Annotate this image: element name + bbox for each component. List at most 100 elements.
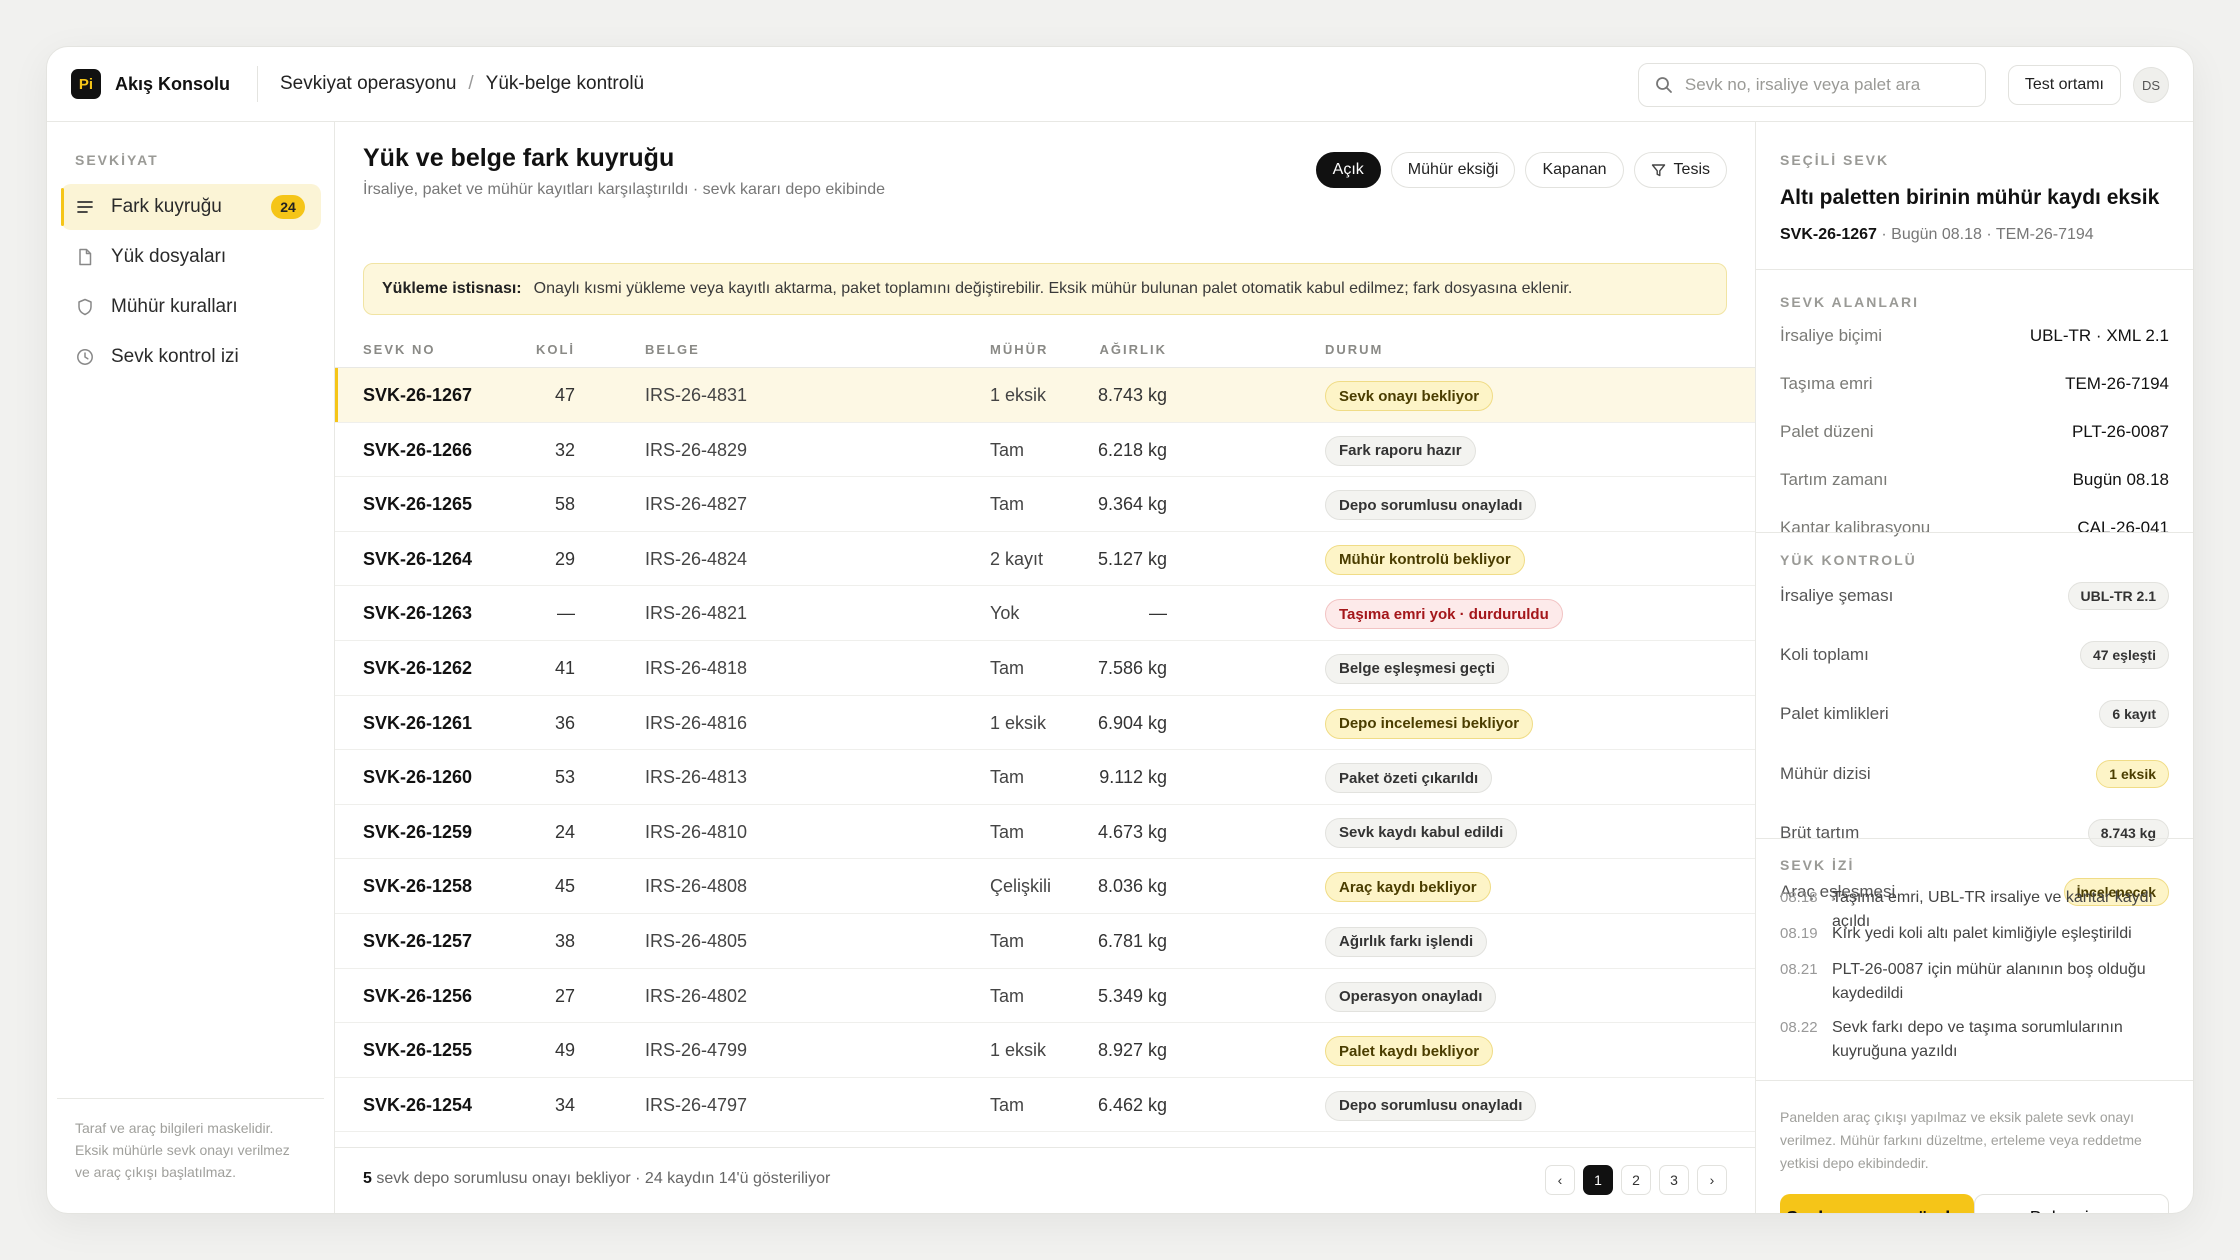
main-content: Yük ve belge fark kuyruğu İrsaliye, pake… bbox=[335, 122, 1755, 1213]
column-header-weight[interactable]: AĞIRLIK bbox=[1100, 342, 1167, 357]
cell-weight: 6.462 kg bbox=[1097, 1094, 1167, 1115]
sidebar-item-load-files[interactable]: Yük dosyaları bbox=[61, 234, 321, 280]
cell-shipment-no: SVK-26-1261 bbox=[363, 712, 473, 733]
cell-status: Palet kaydı bekliyor bbox=[1325, 1036, 1494, 1067]
cell-shipment-no: SVK-26-1264 bbox=[363, 548, 473, 569]
table-row[interactable]: SVK-26-1262 IRS-26-4818 41 Tam 7.586 kg Belge… bbox=[335, 641, 1755, 696]
status-badge: Belge eşleşmesi geçti bbox=[1325, 653, 1509, 684]
cell-shipment-no: SVK-26-1265 bbox=[363, 494, 473, 515]
filter-missing-seal[interactable]: Mühür eksiği bbox=[1390, 152, 1516, 188]
column-header-status[interactable]: DURUM bbox=[1325, 342, 1383, 357]
log-entry: 08.19 Kırk yedi koli altı palet kimliğiyl… bbox=[1780, 922, 2169, 946]
search-input[interactable] bbox=[1684, 75, 1965, 95]
field-label: Palet düzeni bbox=[1780, 422, 1874, 441]
exception-banner: Yükleme istisnası: Onaylı kısmi yükleme … bbox=[363, 263, 1727, 315]
table-row[interactable]: SVK-26-1260 IRS-26-4813 53 Tam 9.112 kg Paket… bbox=[335, 750, 1755, 805]
search-box[interactable] bbox=[1637, 63, 1986, 107]
banner-label: Yükleme istisnası: bbox=[382, 280, 522, 297]
field-value: Bugün 08.18 bbox=[2072, 470, 2169, 489]
cell-seal: Tam bbox=[990, 439, 1025, 460]
sidebar-item-audit-trail[interactable]: Sevk kontrol izi bbox=[61, 334, 321, 380]
brand[interactable]: Pi Akış Konsolu bbox=[47, 69, 247, 99]
table-row[interactable]: SVK-26-1258 IRS-26-4808 45 Çelişkili 8.036 k… bbox=[335, 859, 1755, 914]
cell-document: IRS-26-4816 bbox=[645, 712, 748, 733]
status-badge: Sevk onayı bekliyor bbox=[1325, 381, 1494, 411]
sidebar-nav: Fark kuyruğu 24 Yük dosyaları Mühür kura… bbox=[61, 184, 321, 384]
column-header-package[interactable]: KOLİ bbox=[536, 342, 575, 357]
table-row[interactable]: SVK-26-1264 IRS-26-4824 29 2 kayıt 5.127 kg M… bbox=[335, 532, 1755, 587]
cell-seal: 2 kayıt bbox=[990, 548, 1044, 569]
field-row: Tartım zamanı Bugün 08.18 bbox=[1780, 470, 2169, 490]
filter-icon bbox=[1651, 163, 1666, 178]
check-badge: UBL-TR 2.1 bbox=[2067, 582, 2169, 610]
breadcrumb-item-operations[interactable]: Sevkiyat operasyonu bbox=[280, 73, 456, 95]
detail-panel: SEÇİLİ SEVK Altı paletten birinin mühür … bbox=[1755, 122, 2193, 1213]
count-badge: 24 bbox=[271, 195, 305, 219]
cell-document: IRS-26-4810 bbox=[645, 821, 748, 842]
cell-weight: 8.743 kg bbox=[1097, 385, 1167, 405]
cell-weight: 9.112 kg bbox=[1099, 767, 1167, 788]
table-row[interactable]: SVK-26-1254 IRS-26-4797 34 Tam 6.462 kg Depo … bbox=[335, 1078, 1755, 1133]
cell-document: IRS-26-4818 bbox=[645, 657, 748, 678]
cell-status: Depo sorumlusu onayladı bbox=[1325, 490, 1537, 521]
cell-weight: 4.673 kg bbox=[1097, 821, 1167, 842]
table-summary: 5 sevk depo sorumlusu onayı bekliyor · 2… bbox=[363, 1170, 830, 1188]
filter-facility[interactable]: Tesis bbox=[1633, 152, 1727, 188]
column-header-document[interactable]: BELGE bbox=[645, 342, 700, 357]
cell-shipment-no: SVK-26-1266 bbox=[363, 439, 473, 460]
log-text: Sevk farkı depo ve taşıma sorumlularının… bbox=[1832, 1019, 2123, 1060]
cell-weight: 9.364 kg bbox=[1097, 494, 1167, 515]
table-row[interactable]: SVK-26-1255 IRS-26-4799 49 1 eksik 8.927 kg P… bbox=[335, 1023, 1755, 1078]
cell-seal: Tam bbox=[990, 657, 1025, 678]
filter-closed[interactable]: Kapanan bbox=[1525, 152, 1624, 188]
list-icon bbox=[77, 201, 93, 213]
column-header-seal[interactable]: MÜHÜR bbox=[990, 342, 1048, 357]
table-row[interactable]: SVK-26-1256 IRS-26-4802 27 Tam 5.349 kg Opera… bbox=[335, 969, 1755, 1024]
log-time: 08.21 bbox=[1780, 961, 1818, 978]
pager-page-2[interactable]: 2 bbox=[1621, 1165, 1651, 1195]
summary-text: sevk depo sorumlusu onayı bekliyor · 24 … bbox=[371, 1170, 831, 1187]
table-row[interactable]: SVK-26-1266 IRS-26-4829 32 Tam 6.218 kg Fark … bbox=[335, 423, 1755, 478]
open-document-button[interactable]: Belgeyi aç bbox=[1973, 1194, 2169, 1213]
table-row[interactable]: SVK-26-1259 IRS-26-4810 24 Tam 4.673 kg Sevk … bbox=[335, 805, 1755, 860]
cell-document: IRS-26-4799 bbox=[645, 1040, 748, 1061]
cell-seal: Tam bbox=[990, 767, 1025, 788]
sidebar-section-title: SEVKİYAT bbox=[75, 152, 159, 168]
cell-status: Ağırlık farkı işlendi bbox=[1325, 926, 1488, 957]
environment-button[interactable]: Test ortamı bbox=[2007, 65, 2121, 105]
panel-meta: SVK-26-1267 · Bugün 08.18 · TEM-26-7194 bbox=[1780, 226, 2094, 244]
status-badge: Mühür kontrolü bekliyor bbox=[1325, 544, 1525, 575]
cell-status: Depo incelemesi bekliyor bbox=[1325, 708, 1534, 739]
cell-package: 27 bbox=[554, 985, 575, 1006]
table-row[interactable]: SVK-26-1267 IRS-26-4831 47 1 eksik 8.743 kg S… bbox=[335, 368, 1755, 423]
field-label: Taşıma emri bbox=[1780, 374, 1873, 393]
panel-section-log: SEVK İZİ bbox=[1780, 857, 1855, 873]
cell-package: 41 bbox=[554, 657, 575, 678]
table-row[interactable]: SVK-26-1257 IRS-26-4805 38 Tam 6.781 kg Ağırl… bbox=[335, 914, 1755, 969]
cell-weight: 8.036 kg bbox=[1097, 876, 1167, 897]
pager-page-1[interactable]: 1 bbox=[1583, 1165, 1613, 1195]
check-badge: 8.743 kg bbox=[2087, 818, 2169, 847]
send-approval-button[interactable]: Sevk onayına gönder bbox=[1780, 1194, 1974, 1213]
panel-divider bbox=[1756, 269, 2193, 270]
cell-package: 47 bbox=[554, 385, 575, 405]
log-entry: 08.22 Sevk farkı depo ve taşıma sorumlula… bbox=[1780, 1016, 2169, 1064]
table-row[interactable]: SVK-26-1265 IRS-26-4827 58 Tam 9.364 kg Depo … bbox=[335, 477, 1755, 532]
table-row[interactable]: SVK-26-1263 IRS-26-4821 — Yok — Taşıma emri y… bbox=[335, 586, 1755, 641]
cell-shipment-no: SVK-26-1257 bbox=[363, 930, 473, 951]
sidebar-item-difference-queue[interactable]: Fark kuyruğu 24 bbox=[61, 184, 321, 230]
log-text: Kırk yedi koli altı palet kimliğiyle eşl… bbox=[1832, 925, 2132, 942]
cell-package: 24 bbox=[554, 821, 575, 842]
field-value: TEM-26-7194 bbox=[2065, 374, 2169, 393]
cell-seal: 1 eksik bbox=[990, 712, 1047, 733]
pager-page-3[interactable]: 3 bbox=[1659, 1165, 1689, 1195]
filter-open[interactable]: Açık bbox=[1315, 152, 1381, 188]
pager-next-button[interactable]: › bbox=[1697, 1165, 1727, 1195]
pager-prev-button[interactable]: ‹ bbox=[1545, 1165, 1575, 1195]
table-row[interactable]: SVK-26-1261 IRS-26-4816 36 1 eksik 6.904 kg D… bbox=[335, 696, 1755, 751]
user-avatar[interactable]: DS bbox=[2133, 67, 2169, 103]
column-header-shipment-no[interactable]: SEVK NO bbox=[363, 342, 436, 357]
sidebar-item-seal-rules[interactable]: Mühür kuralları bbox=[61, 284, 321, 330]
status-badge: Ağırlık farkı işlendi bbox=[1325, 926, 1488, 957]
cell-shipment-no: SVK-26-1259 bbox=[363, 821, 473, 842]
